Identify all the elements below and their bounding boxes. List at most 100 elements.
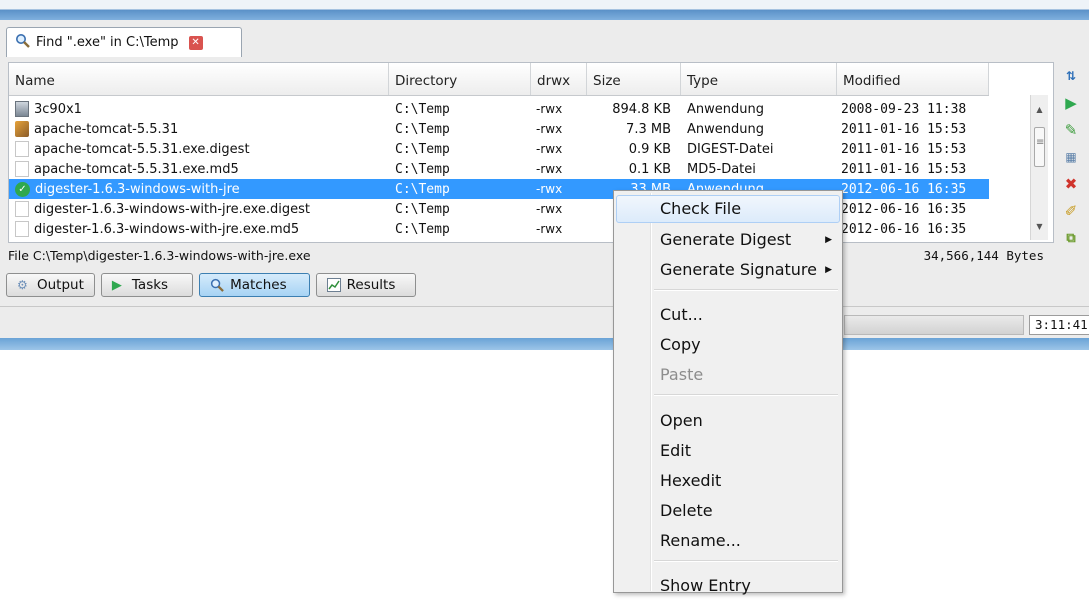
menu-separator: [654, 289, 838, 291]
cell-name: 3c90x1: [9, 101, 389, 117]
cell-directory: C:\Temp: [395, 181, 450, 197]
tab-find-exe[interactable]: Find ".exe" in C:\Temp ✕: [6, 27, 242, 57]
cell-modified: 2012-06-16 16:35: [841, 201, 967, 217]
file-name: digester-1.6.3-windows-with-jre: [35, 181, 240, 197]
cell-directory: C:\Temp: [395, 161, 450, 177]
table-row[interactable]: apache-tomcat-5.5.31.exe.digest C:\Temp -r…: [9, 139, 989, 159]
file-name: digester-1.6.3-windows-with-jre.exe.md5: [34, 221, 300, 237]
cell-directory: C:\Temp: [395, 221, 450, 237]
column-header-name[interactable]: Name: [9, 63, 389, 95]
sort-icon[interactable]: ⇅: [1061, 66, 1081, 86]
output-icon: ⚙: [17, 278, 28, 292]
cell-type: Anwendung: [687, 101, 764, 117]
results-table: Name Directory drwx Size Type Modified 3…: [8, 62, 1054, 243]
cell-type: MD5-Datei: [687, 161, 756, 177]
menu-item-rename[interactable]: Rename...: [616, 527, 840, 555]
menu-label: Hexedit: [660, 471, 722, 490]
column-header-type[interactable]: Type: [681, 63, 837, 95]
file-name: apache-tomcat-5.5.31.exe.digest: [34, 141, 250, 157]
window-title-bar: [0, 0, 1089, 20]
matches-button[interactable]: Matches: [199, 273, 310, 297]
cell-name: apache-tomcat-5.5.31.exe.md5: [9, 161, 389, 177]
table-row[interactable]: apache-tomcat-5.5.31.exe.md5 C:\Temp -rwx 0…: [9, 159, 989, 179]
table-row[interactable]: apache-tomcat-5.5.31 C:\Temp -rwx 7.3 MB Anw…: [9, 119, 989, 139]
cell-permissions: -rwx: [536, 142, 563, 156]
cell-modified: 2011-01-16 15:53: [841, 161, 967, 177]
close-icon[interactable]: ✕: [188, 35, 203, 50]
search-icon: [15, 33, 30, 52]
document-file-icon: [15, 201, 29, 217]
tomcat-file-icon: [15, 121, 29, 137]
results-button-label: Results: [346, 277, 396, 293]
side-toolbar: ⇅ ▶ ✎ ▦ ✖ ✐ ⧉: [1058, 62, 1084, 255]
cell-permissions: -rwx: [536, 202, 563, 216]
cell-permissions: -rwx: [536, 102, 563, 116]
column-header-drwx[interactable]: drwx: [531, 63, 587, 95]
tasks-button[interactable]: ▶ Tasks: [100, 273, 194, 297]
output-button[interactable]: ⚙ Output: [6, 273, 95, 297]
menu-item-delete[interactable]: Delete: [616, 497, 840, 525]
rename-icon[interactable]: ✐: [1061, 201, 1081, 221]
matches-button-label: Matches: [230, 277, 287, 293]
submenu-arrow-icon: ▶: [825, 265, 832, 275]
cell-name: digester-1.6.3-windows-with-jre.exe.dige…: [9, 201, 389, 217]
menu-item-generate-signature[interactable]: Generate Signature ▶: [616, 256, 840, 284]
menu-item-hexedit[interactable]: Hexedit: [616, 467, 840, 495]
menu-item-paste: Paste: [616, 361, 840, 389]
cell-modified: 2011-01-16 15:53: [841, 141, 967, 157]
menu-item-show-entry[interactable]: Show Entry: [616, 572, 840, 600]
cell-name: apache-tomcat-5.5.31: [9, 121, 389, 137]
cell-modified: 2008-09-23 11:38: [841, 101, 967, 117]
cell-size: 0.9 KB: [628, 141, 671, 157]
menu-item-copy[interactable]: Copy: [616, 331, 840, 359]
menu-label: Generate Signature: [660, 260, 817, 279]
menu-separator: [654, 394, 838, 396]
delete-x-icon[interactable]: ✖: [1061, 174, 1081, 194]
column-header-size[interactable]: Size: [587, 63, 681, 95]
menu-label: Show Entry: [660, 576, 751, 595]
cell-name: ✓ digester-1.6.3-windows-with-jre: [9, 181, 389, 197]
scroll-thumb[interactable]: [1034, 127, 1045, 167]
column-header-modified[interactable]: Modified: [837, 63, 989, 95]
document-file-icon: [15, 221, 29, 237]
progress-area: 3:11:41: [0, 306, 1089, 341]
search-icon: [210, 278, 224, 292]
menu-item-generate-digest[interactable]: Generate Digest ▶: [616, 226, 840, 254]
cell-directory: C:\Temp: [395, 101, 450, 117]
menu-separator: [654, 560, 838, 562]
scroll-up-icon[interactable]: ▲: [1031, 101, 1048, 119]
file-size-bytes: 34,566,144 Bytes: [923, 247, 1044, 263]
table-row[interactable]: 3c90x1 C:\Temp -rwx 894.8 KB Anwendung 2008-0…: [9, 99, 989, 119]
file-name: apache-tomcat-5.5.31: [34, 121, 179, 137]
menu-label: Rename...: [660, 531, 741, 550]
cell-name: apache-tomcat-5.5.31.exe.digest: [9, 141, 389, 157]
export-icon[interactable]: ⧉: [1061, 228, 1081, 248]
play-icon: ▶: [111, 278, 122, 293]
cell-type: Anwendung: [687, 121, 764, 137]
menu-item-open[interactable]: Open: [616, 407, 840, 435]
cell-permissions: -rwx: [536, 182, 563, 196]
edit-pencil-icon[interactable]: ✎: [1061, 120, 1081, 140]
menu-label: Copy: [660, 335, 701, 354]
tab-title: Find ".exe" in C:\Temp: [36, 35, 179, 50]
menu-item-cut[interactable]: Cut...: [616, 301, 840, 329]
menu-item-edit[interactable]: Edit: [616, 437, 840, 465]
scroll-down-icon[interactable]: ▼: [1031, 218, 1048, 236]
run-icon[interactable]: ▶: [1061, 93, 1081, 113]
cell-modified: 2012-06-16 16:35: [841, 181, 967, 197]
chart-icon: [326, 278, 341, 292]
output-button-label: Output: [37, 277, 84, 293]
selected-file-path: File C:\Temp\digester-1.6.3-windows-with…: [8, 247, 311, 263]
calculator-icon[interactable]: ▦: [1061, 147, 1081, 167]
view-button-bar: ⚙ Output ▶ Tasks Matches Results: [6, 273, 417, 299]
menu-label: Check File: [660, 199, 742, 218]
cell-permissions: -rwx: [536, 162, 563, 176]
menu-label: Delete: [660, 501, 713, 520]
file-name: apache-tomcat-5.5.31.exe.md5: [34, 161, 239, 177]
vertical-scrollbar[interactable]: ▲ ▼: [1030, 95, 1048, 240]
menu-label: Open: [660, 411, 703, 430]
cell-type: DIGEST-Datei: [687, 141, 774, 157]
results-button[interactable]: Results: [315, 273, 417, 297]
column-header-directory[interactable]: Directory: [389, 63, 531, 95]
menu-item-check-file[interactable]: Check File: [616, 195, 840, 223]
